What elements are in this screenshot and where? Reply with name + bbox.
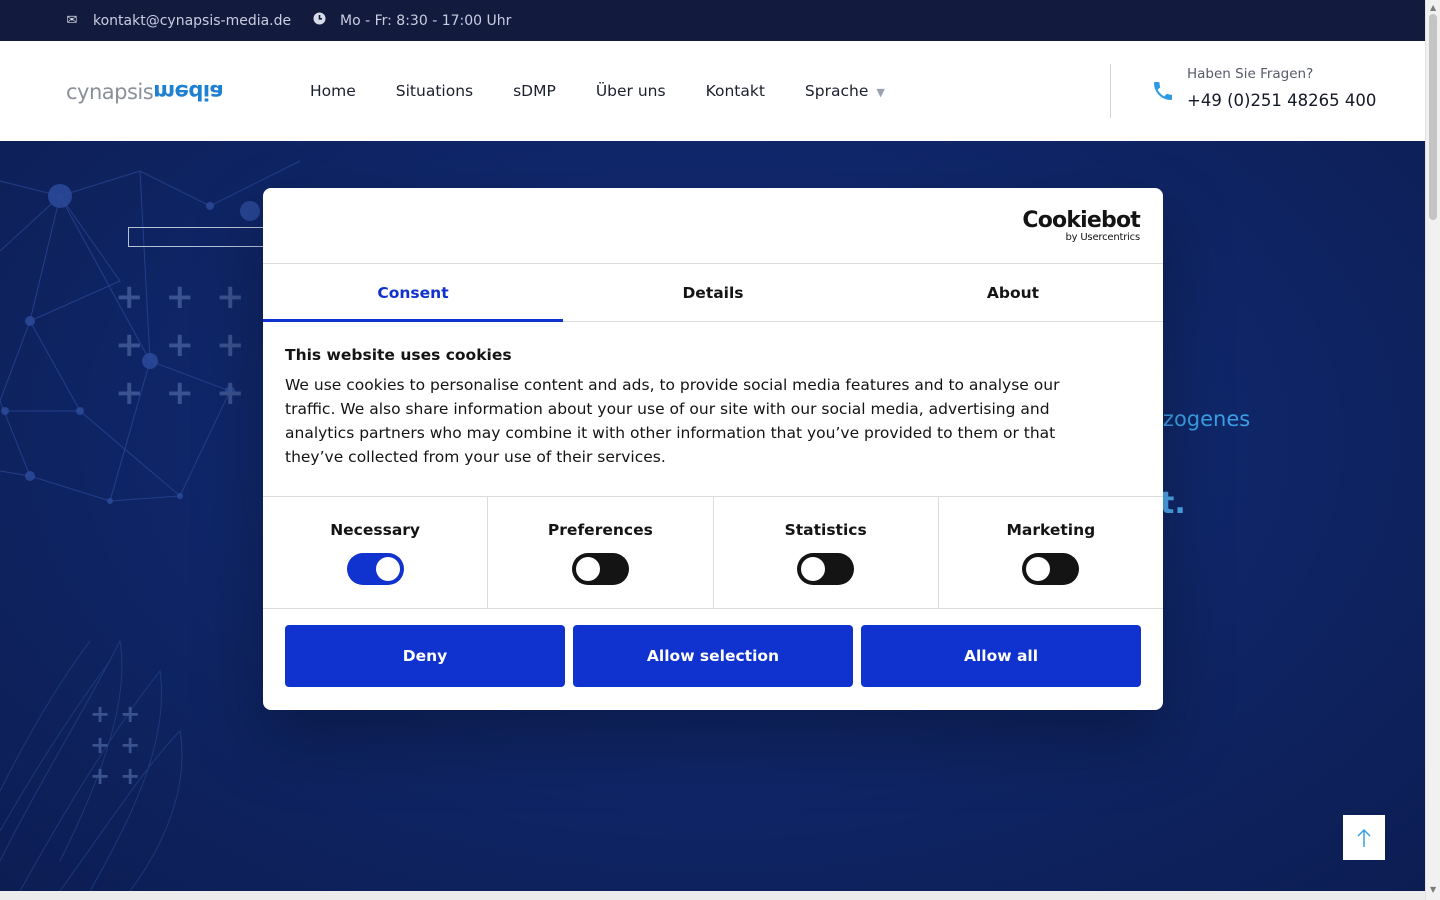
cookiebot-logo: Cookiebot by Usercentrics bbox=[1022, 210, 1140, 244]
nav-sdmp[interactable]: sDMP bbox=[513, 82, 556, 100]
nav-sprache-label: Sprache bbox=[804, 82, 869, 100]
clock-icon bbox=[312, 12, 326, 29]
nav-sprache[interactable]: Sprache ▼ bbox=[805, 82, 885, 100]
toggle-group-statistics: Statistics bbox=[714, 497, 939, 608]
tab-consent[interactable]: Consent bbox=[263, 265, 563, 322]
toggle-knob bbox=[801, 557, 826, 581]
dialog-buttons: Deny Allow selection Allow all bbox=[285, 625, 1141, 687]
top-bar: ✉ kontakt@cynapsis-media.de Mo - Fr: 8:3… bbox=[0, 0, 1425, 41]
hero-title-partial: t. bbox=[1160, 486, 1186, 521]
toggle-group-necessary: Necessary bbox=[263, 497, 489, 608]
envelope-icon: ✉ bbox=[66, 13, 78, 28]
deny-button[interactable]: Deny bbox=[285, 625, 565, 687]
cookiebot-brand-sub: by Usercentrics bbox=[1065, 232, 1140, 243]
cookiebot-brand: Cookiebot bbox=[1022, 208, 1140, 233]
site-logo[interactable]: cynapsis media bbox=[66, 78, 223, 106]
nav-kontakt[interactable]: Kontakt bbox=[706, 82, 765, 100]
tab-about[interactable]: About bbox=[863, 265, 1163, 321]
page-scrollbar[interactable]: ▲ ▼ bbox=[1425, 0, 1440, 900]
scroll-thumb[interactable] bbox=[1429, 14, 1437, 220]
dialog-body: This website uses cookies We use cookies… bbox=[285, 346, 1105, 469]
hours-text: Mo - Fr: 8:30 - 17:00 Uhr bbox=[340, 12, 512, 29]
allow-all-button[interactable]: Allow all bbox=[861, 625, 1141, 687]
plus-pattern-large: +++ +++ +++ bbox=[115, 277, 267, 413]
toggle-statistics[interactable] bbox=[797, 553, 855, 585]
consent-toggles: Necessary Preferences Statistics Marketi… bbox=[263, 496, 1163, 609]
toggle-knob bbox=[575, 557, 600, 581]
nav-ueber-uns[interactable]: Über uns bbox=[596, 82, 666, 100]
nav-home[interactable]: Home bbox=[310, 82, 356, 100]
header-divider bbox=[1110, 64, 1111, 118]
toggle-label-statistics: Statistics bbox=[784, 521, 867, 539]
phone-icon bbox=[1154, 82, 1172, 100]
toggle-knob bbox=[1026, 557, 1051, 581]
scroll-down-icon[interactable]: ▼ bbox=[1430, 885, 1436, 894]
nav-situations[interactable]: Situations bbox=[396, 82, 473, 100]
toggle-knob bbox=[375, 557, 400, 581]
dialog-title: This website uses cookies bbox=[285, 346, 512, 364]
plus-pattern-small: ++ ++ ++ bbox=[90, 700, 151, 790]
toggle-group-marketing: Marketing bbox=[939, 497, 1163, 608]
phone-number[interactable]: +49 (0)251 48265 400 bbox=[1187, 91, 1376, 110]
opening-hours: Mo - Fr: 8:30 - 17:00 Uhr bbox=[312, 0, 511, 41]
logo-text-left: cynapsis bbox=[66, 80, 154, 104]
toggle-marketing[interactable] bbox=[1022, 553, 1080, 585]
toggle-label-preferences: Preferences bbox=[547, 521, 653, 539]
toggle-label-necessary: Necessary bbox=[330, 521, 421, 539]
dialog-tabs: Consent Details About bbox=[263, 265, 1163, 322]
cookie-consent-dialog: Cookiebot by Usercentrics Consent Detail… bbox=[263, 188, 1163, 710]
back-to-top-button[interactable] bbox=[1343, 815, 1385, 860]
caret-down-icon: ▼ bbox=[876, 86, 885, 99]
site-header: cynapsis media Home Situations sDMP Über … bbox=[0, 41, 1425, 141]
toggle-label-marketing: Marketing bbox=[1006, 521, 1096, 539]
hero-subtitle-partial: ezogenes bbox=[1150, 407, 1251, 431]
email-text[interactable]: kontakt@cynapsis-media.de bbox=[93, 13, 291, 29]
scroll-up-icon[interactable]: ▲ bbox=[1430, 3, 1436, 12]
main-nav: Home Situations sDMP Über uns Kontakt Sp… bbox=[310, 41, 925, 141]
toggle-group-preferences: Preferences bbox=[488, 497, 714, 608]
dialog-description: We use cookies to personalise content an… bbox=[285, 376, 1060, 466]
tab-details[interactable]: Details bbox=[563, 265, 863, 321]
toggle-preferences[interactable] bbox=[571, 553, 629, 585]
logo-text-right: media bbox=[153, 80, 224, 104]
allow-selection-button[interactable]: Allow selection bbox=[573, 625, 853, 687]
email-contact[interactable]: ✉ kontakt@cynapsis-media.de bbox=[65, 0, 292, 41]
dialog-header: Cookiebot by Usercentrics bbox=[263, 188, 1163, 264]
phone-question: Haben Sie Fragen? bbox=[1187, 66, 1314, 82]
arrow-up-icon bbox=[1357, 828, 1371, 847]
page-bottom-strip bbox=[0, 891, 1425, 900]
broken-image bbox=[128, 227, 268, 247]
toggle-necessary[interactable] bbox=[346, 553, 404, 585]
